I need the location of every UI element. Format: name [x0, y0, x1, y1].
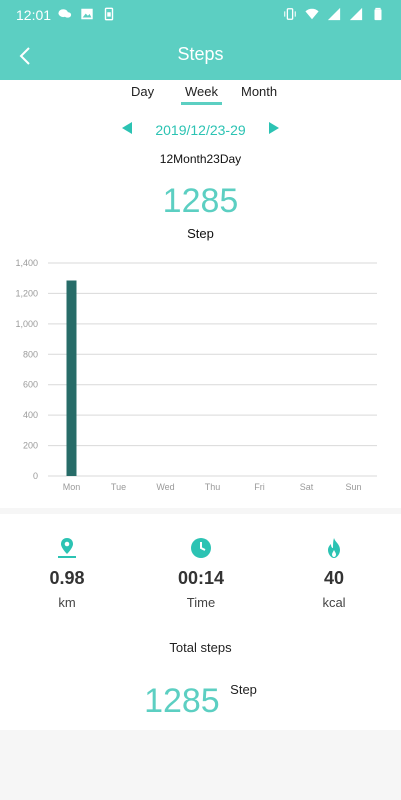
- calories-stat: 40 kcal: [274, 530, 394, 610]
- y-tick-label: 1,200: [15, 288, 38, 298]
- y-tick-label: 1,400: [15, 258, 38, 268]
- distance-value: 0.98: [49, 568, 85, 588]
- y-tick-label: 200: [23, 441, 38, 451]
- x-tick-label: Wed: [156, 482, 174, 492]
- steps-unit: Step: [187, 226, 214, 241]
- x-tick-label: Sat: [300, 482, 314, 492]
- distance-unit: km: [58, 595, 76, 610]
- time-stat: 00:14 Time: [141, 530, 261, 610]
- date-range: 2019/12/23-29: [155, 122, 246, 138]
- next-week-button[interactable]: [269, 122, 279, 134]
- section-divider: [0, 508, 401, 514]
- calories-unit: kcal: [322, 595, 346, 610]
- stats-row: 0.98 km 00:14 Time 40 kcal: [0, 530, 401, 620]
- tab-week[interactable]: Week: [181, 84, 222, 105]
- y-tick-label: 400: [23, 410, 38, 420]
- x-tick-label: Tue: [111, 482, 126, 492]
- total-steps-unit: Step: [230, 682, 257, 697]
- total-steps-label: Total steps: [169, 640, 232, 655]
- x-tick-label: Mon: [63, 482, 81, 492]
- bar-mon[interactable]: [66, 280, 77, 476]
- time-value: 00:14: [177, 568, 225, 588]
- date-navigator: 2019/12/23-29: [0, 120, 401, 140]
- distance-stat: 0.98 km: [7, 530, 127, 610]
- app-bar: Steps: [0, 30, 401, 80]
- page-title: Steps: [177, 44, 224, 64]
- steps-bar-chart: 0 200 400 600 800 1,000 1,200 1,400 Mon Tue Wed Thu…: [15, 258, 377, 492]
- steps-count: 1285: [162, 182, 239, 220]
- time-unit: Time: [186, 595, 216, 610]
- signal-icon: [327, 7, 341, 21]
- vibrate-icon: [284, 8, 296, 20]
- wifi-icon: [305, 8, 319, 20]
- sim-icon: [104, 7, 114, 21]
- tab-day[interactable]: Day: [131, 84, 154, 99]
- period-tabs: Day Week Month: [0, 82, 401, 110]
- total-steps: 1285 Step: [0, 682, 401, 721]
- signal-icon: [349, 7, 363, 21]
- location-pin-icon: [58, 538, 76, 558]
- chat-icon: [58, 9, 72, 18]
- battery-icon: [374, 7, 382, 21]
- x-tick-label: Sun: [345, 482, 361, 492]
- date-subtitle: 12Month23Day: [159, 152, 242, 166]
- status-time: 12:01: [16, 7, 52, 23]
- y-tick-label: 1,000: [15, 319, 38, 329]
- flame-icon: [328, 538, 340, 558]
- y-tick-label: 600: [23, 380, 38, 390]
- x-tick-label: Thu: [205, 482, 221, 492]
- y-tick-label: 0: [33, 471, 38, 481]
- total-steps-value: 1285: [144, 682, 220, 720]
- y-tick-label: 800: [23, 349, 38, 359]
- status-bar: 12:01: [0, 0, 401, 30]
- calories-value: 40: [323, 568, 345, 588]
- clock-icon: [191, 538, 211, 558]
- bottom-background: [0, 730, 401, 800]
- tab-month[interactable]: Month: [241, 84, 277, 99]
- image-icon: [81, 8, 93, 20]
- x-tick-label: Fri: [254, 482, 265, 492]
